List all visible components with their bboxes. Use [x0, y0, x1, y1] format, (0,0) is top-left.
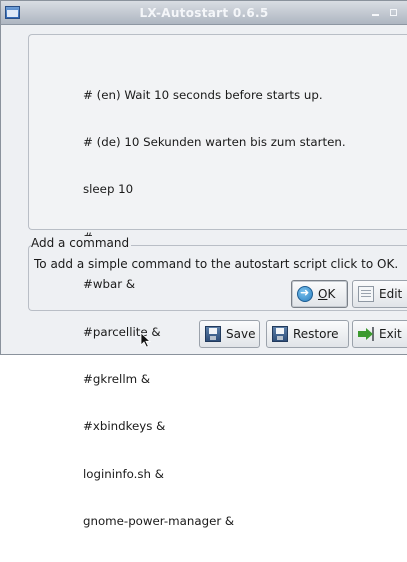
- mouse-pointer-icon: [140, 332, 152, 348]
- exit-button[interactable]: Exit: [352, 320, 407, 348]
- script-line: # (de) 10 Sekunden warten bis zum starte…: [83, 134, 346, 149]
- restore-button-label: Restore: [293, 327, 339, 341]
- edit-button-label: Edit: [379, 287, 403, 301]
- edit-button[interactable]: Edit: [352, 280, 407, 308]
- ok-arrow-icon: [297, 286, 313, 302]
- script-line: sleep 10: [83, 182, 134, 197]
- title-bar[interactable]: LX-Autostart 0.6.5: [1, 1, 407, 25]
- window-title: LX-Autostart 0.6.5: [139, 6, 269, 20]
- script-line: gnome-power-manager &: [83, 514, 235, 529]
- script-line: #gkrellm &: [83, 371, 151, 386]
- minimize-icon[interactable]: [369, 7, 381, 19]
- ok-label-rest: K: [327, 287, 336, 301]
- script-line: logininfo.sh &: [83, 466, 164, 481]
- maximize-icon[interactable]: [387, 7, 399, 19]
- add-command-description: To add a simple command to the autostart…: [34, 257, 399, 271]
- restore-button[interactable]: Restore: [266, 320, 349, 348]
- ok-button-label: OK: [318, 287, 335, 301]
- save-button-label: Save: [226, 327, 256, 341]
- save-button[interactable]: Save: [199, 320, 260, 348]
- ok-button[interactable]: OK: [291, 280, 348, 308]
- floppy-disk-icon: [205, 326, 221, 342]
- script-line: #xbindkeys &: [83, 419, 166, 434]
- exit-button-label: Exit: [379, 327, 402, 341]
- autostart-script-view[interactable]: # (en) Wait 10 seconds before starts up.…: [28, 34, 407, 528]
- edit-document-icon: [358, 286, 374, 302]
- add-command-title: Add a command: [31, 236, 132, 250]
- lx-autostart-window: LX-Autostart 0.6.5 # (en) Wait 10 second…: [0, 0, 407, 528]
- script-line: # (en) Wait 10 seconds before starts up.: [83, 87, 323, 102]
- floppy-disk-icon: [272, 326, 288, 342]
- add-command-group: [28, 245, 407, 311]
- exit-arrow-icon: [358, 326, 374, 342]
